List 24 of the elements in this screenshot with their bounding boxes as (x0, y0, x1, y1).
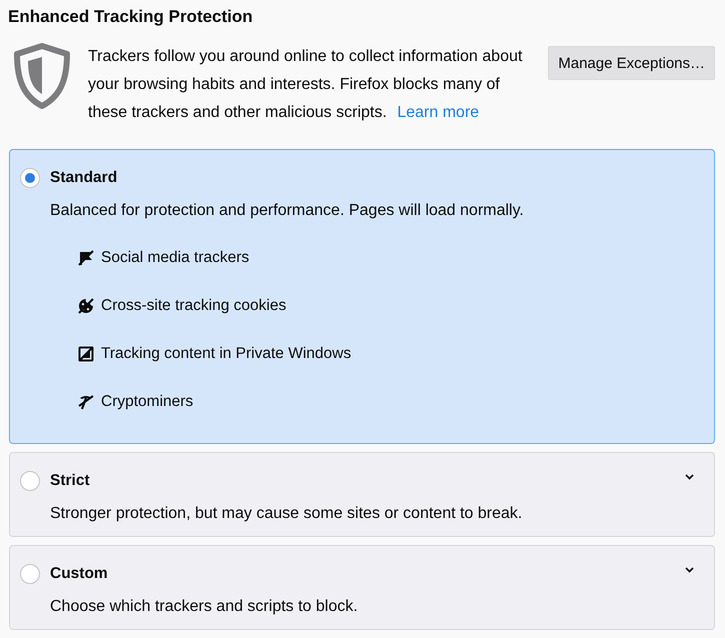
option-description: Stronger protection, but may cause some sites or content to break. (50, 504, 524, 524)
slashed-pickaxe-icon (78, 394, 94, 410)
slashed-flag-icon (78, 250, 94, 266)
shield-icon (12, 42, 72, 110)
feature-label: Cross-site tracking cookies (101, 296, 286, 316)
slashed-frame-icon (78, 346, 94, 362)
option-label: Custom (50, 564, 108, 584)
option-label: Standard (50, 168, 118, 188)
section-title: Enhanced Tracking Protection (8, 6, 253, 28)
slashed-cookie-icon (78, 298, 94, 314)
radio-button[interactable] (20, 564, 40, 584)
radio-button[interactable] (20, 471, 40, 491)
option-label: Strict (50, 471, 90, 491)
description-text: Trackers follow you around online to collect information about your browsing habits and interests. Firefox blocks many of these trackers and other malicious scripts. Learn more (88, 47, 524, 123)
feature-label: Cryptominers (101, 392, 194, 412)
radio-button[interactable] (20, 168, 40, 188)
option-description: Balanced for protection and performance. Pages will load normally. (50, 201, 525, 221)
option-description: Choose which trackers and scripts to block. (50, 597, 359, 617)
feature-label: Tracking content in Private Windows (101, 344, 352, 364)
feature-label: Social media trackers (101, 248, 250, 268)
learn-more-link[interactable]: Learn more (397, 104, 480, 121)
chevron-down-icon[interactable] (685, 474, 694, 480)
manage-exceptions-button[interactable]: Manage Exceptions… (548, 46, 715, 80)
chevron-down-icon[interactable] (685, 567, 694, 573)
